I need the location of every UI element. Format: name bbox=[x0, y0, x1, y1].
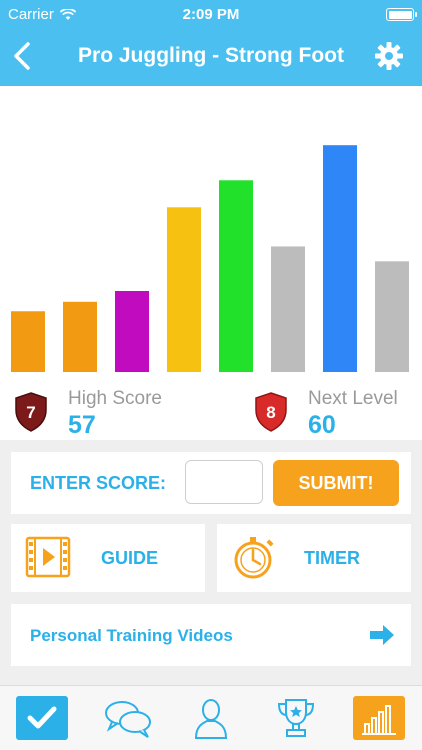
submit-button[interactable]: SUBMIT! bbox=[273, 460, 399, 506]
chart-bar-4 bbox=[167, 207, 201, 372]
gear-icon bbox=[375, 42, 403, 70]
chevron-left-icon bbox=[14, 42, 30, 70]
chart-bar-3 bbox=[115, 291, 149, 372]
next-level-badge-number: 8 bbox=[266, 403, 275, 422]
bar-chart-icon bbox=[353, 696, 405, 740]
enter-score-card: ENTER SCORE: SUBMIT! bbox=[11, 452, 411, 514]
next-level-label: Next Level bbox=[308, 388, 398, 409]
guide-button[interactable]: GUIDE bbox=[11, 524, 205, 592]
score-input[interactable] bbox=[185, 460, 263, 504]
timer-button[interactable]: TIMER bbox=[217, 524, 411, 592]
high-score-label: High Score bbox=[68, 388, 162, 409]
score-bar-chart bbox=[11, 145, 409, 372]
video-play-icon bbox=[25, 536, 71, 578]
header: Carrier 2:09 PM Pro Juggling - Strong Fo… bbox=[0, 0, 422, 86]
chart-bar-5 bbox=[219, 180, 253, 372]
chat-bubbles-icon bbox=[105, 701, 151, 738]
battery-icon bbox=[386, 8, 417, 21]
personal-training-videos-label: Personal Training Videos bbox=[30, 626, 233, 645]
stopwatch-icon bbox=[234, 537, 274, 579]
status-bar: Carrier 2:09 PM bbox=[0, 0, 422, 30]
checkmark-icon bbox=[16, 696, 68, 740]
chart-bar-1 bbox=[11, 311, 45, 372]
shield-icon: 8 bbox=[255, 392, 287, 432]
high-score-badge-number: 7 bbox=[26, 403, 35, 422]
tab-stats[interactable] bbox=[353, 696, 405, 740]
arrow-right-icon bbox=[370, 625, 394, 645]
tab-bar bbox=[0, 685, 422, 750]
next-level-value: 60 bbox=[308, 411, 336, 439]
timer-label: TIMER bbox=[304, 548, 360, 568]
trophy-icon bbox=[277, 699, 315, 737]
tab-trophy[interactable] bbox=[270, 696, 322, 740]
stats-row: 7 High Score 57 8 Next Level 60 bbox=[0, 378, 422, 439]
guide-label: GUIDE bbox=[101, 548, 159, 568]
personal-training-videos-button[interactable]: Personal Training Videos bbox=[11, 604, 411, 666]
tab-profile[interactable] bbox=[185, 696, 237, 740]
high-score-value: 57 bbox=[68, 411, 96, 439]
chart-bar-7 bbox=[323, 145, 357, 372]
chart-bar-6 bbox=[271, 246, 305, 372]
user-icon bbox=[194, 699, 228, 739]
chart-bar-2 bbox=[63, 301, 97, 372]
nav-bar: Pro Juggling - Strong Foot bbox=[0, 30, 422, 86]
tab-check[interactable] bbox=[16, 696, 68, 740]
actions-area: ENTER SCORE: SUBMIT! GUIDE TIMER Persona… bbox=[0, 440, 422, 685]
enter-score-label: ENTER SCORE: bbox=[30, 473, 167, 493]
chart-bar-8 bbox=[375, 261, 409, 372]
tab-chat[interactable] bbox=[102, 696, 154, 740]
page-title: Pro Juggling - Strong Foot bbox=[78, 44, 344, 67]
back-button[interactable] bbox=[6, 36, 42, 76]
settings-button[interactable] bbox=[374, 41, 404, 71]
shield-icon: 7 bbox=[15, 392, 47, 432]
status-time: 2:09 PM bbox=[182, 6, 240, 23]
